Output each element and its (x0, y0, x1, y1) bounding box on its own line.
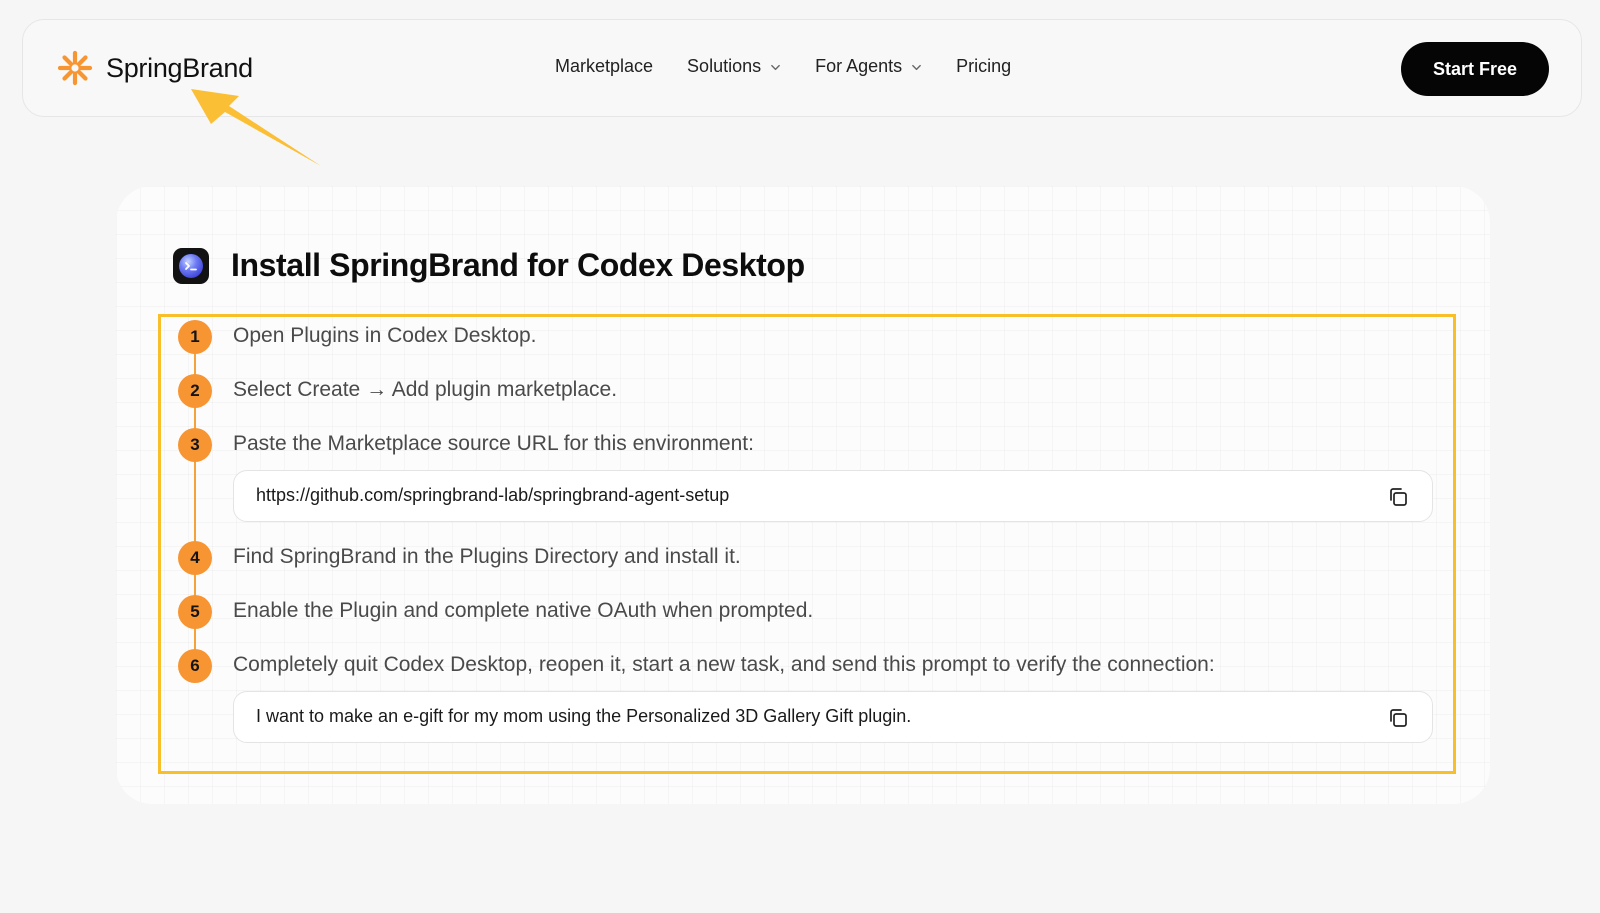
install-card: Install SpringBrand for Codex Desktop 1 … (116, 186, 1490, 804)
nav-solutions-label: Solutions (687, 56, 762, 76)
step-number-5: 5 (178, 595, 212, 629)
step-number-4: 4 (178, 541, 212, 575)
nav-pricing-label: Pricing (956, 56, 1012, 76)
asterisk-logo-icon (57, 50, 93, 86)
install-steps-highlight: 1 Open Plugins in Codex Desktop. 2 Selec… (158, 314, 1456, 774)
step-text-6: Completely quit Codex Desktop, reopen it… (233, 653, 1215, 676)
step-number-3: 3 (178, 428, 212, 462)
copy-icon[interactable] (1386, 706, 1410, 730)
step-number-2: 2 (178, 374, 212, 408)
nav-for-agents[interactable]: For Agents (815, 56, 922, 77)
marketplace-url-text: https://github.com/springbrand-lab/sprin… (256, 485, 730, 505)
step-text-4: Find SpringBrand in the Plugins Director… (233, 545, 741, 568)
main-nav: Marketplace Solutions For Agents Pricing (555, 56, 1011, 77)
copy-icon[interactable] (1386, 485, 1410, 509)
nav-for-agents-label: For Agents (815, 56, 903, 76)
card-title: Install SpringBrand for Codex Desktop (231, 247, 805, 283)
nav-marketplace[interactable]: Marketplace (555, 56, 653, 77)
nav-solutions[interactable]: Solutions (687, 56, 781, 77)
verify-prompt-field[interactable]: I want to make an e-gift for my mom usin… (233, 691, 1433, 743)
card-header: Install SpringBrand for Codex Desktop (173, 247, 805, 284)
step-text-3: Paste the Marketplace source URL for thi… (233, 432, 754, 455)
step-text-1: Open Plugins in Codex Desktop. (233, 324, 537, 347)
step-number-1: 1 (178, 320, 212, 354)
brand-logo-link[interactable]: SpringBrand (57, 50, 253, 86)
marketplace-url-field[interactable]: https://github.com/springbrand-lab/sprin… (233, 470, 1433, 522)
step-text-2: Select Create → Add plugin marketplace. (233, 378, 618, 401)
step-number-6: 6 (178, 649, 212, 683)
brand-name: SpringBrand (106, 52, 253, 83)
chevron-down-icon (771, 64, 780, 71)
step-text-5: Enable the Plugin and complete native OA… (233, 599, 814, 622)
verify-prompt-text: I want to make an e-gift for my mom usin… (256, 706, 912, 726)
start-free-button[interactable]: Start Free (1401, 42, 1549, 96)
annotation-arrow-icon (191, 89, 321, 166)
chevron-down-icon (912, 64, 922, 71)
terminal-app-icon (173, 247, 209, 284)
nav-marketplace-label: Marketplace (555, 56, 654, 76)
nav-pricing[interactable]: Pricing (956, 56, 1011, 77)
